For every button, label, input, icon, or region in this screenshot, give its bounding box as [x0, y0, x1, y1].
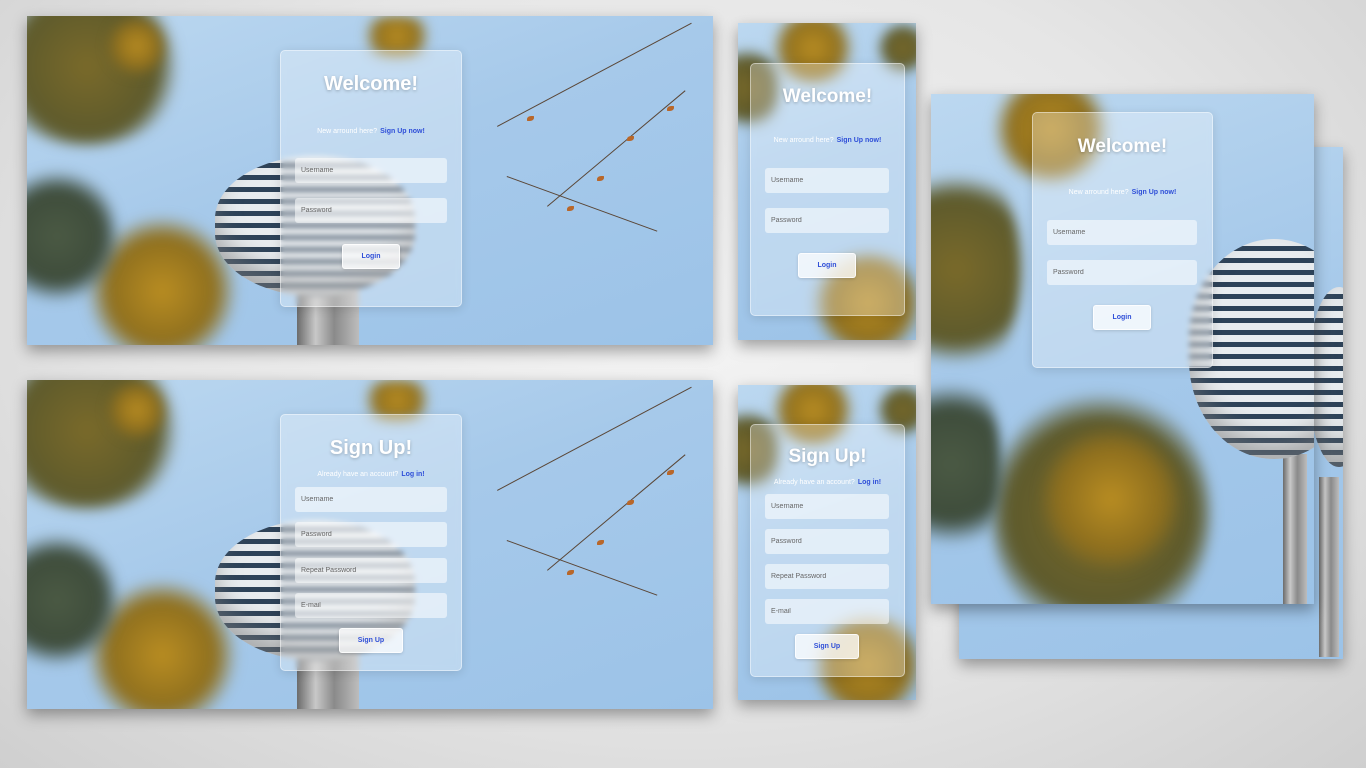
signup-prompt-text: New arround here? — [773, 137, 834, 144]
repeat-password-input[interactable] — [765, 564, 889, 589]
password-input[interactable] — [295, 198, 447, 223]
username-input[interactable] — [1047, 220, 1197, 245]
tower-shaft — [1319, 477, 1339, 657]
signup-button[interactable]: Sign Up — [339, 628, 403, 653]
username-input[interactable] — [765, 168, 889, 193]
login-button[interactable]: Login — [798, 253, 856, 278]
signup-prompt: New arround here? Sign Up now! — [1033, 189, 1212, 196]
signup-link[interactable]: Sign Up now! — [1132, 189, 1177, 196]
login-prompt-text: Already have an account? — [317, 471, 399, 478]
leaf-blur — [107, 16, 167, 76]
login-panel: Welcome! New arround here?Sign Up now! L… — [1032, 112, 1213, 368]
tablet-login-screenshot: Welcome! New arround here?Sign Up now! L… — [931, 94, 1314, 604]
login-title: Welcome! — [782, 86, 873, 107]
mobile-login-screenshot: Welcome! New arround here?Sign Up now! L… — [738, 23, 916, 340]
password-input[interactable] — [1047, 260, 1197, 285]
email-input[interactable] — [295, 593, 447, 618]
login-prompt: Already have an account? Log in! — [281, 471, 461, 478]
email-input[interactable] — [765, 599, 889, 624]
desktop-signup-screenshot: Sign Up! Already have an account? Log in!… — [27, 380, 713, 709]
signup-panel: Sign Up! Already have an account? Log in!… — [280, 414, 462, 671]
username-input[interactable] — [295, 158, 447, 183]
login-link[interactable]: Log in! — [858, 479, 881, 486]
username-input[interactable] — [295, 487, 447, 512]
password-input[interactable] — [295, 522, 447, 547]
login-title: Welcome! — [1077, 136, 1168, 157]
tower-shaft — [1283, 454, 1307, 604]
repeat-password-input[interactable] — [295, 558, 447, 583]
login-button[interactable]: Login — [342, 244, 400, 269]
desktop-login-screenshot: Welcome! New arround here?Sign Up now! L… — [27, 16, 713, 345]
login-button[interactable]: Login — [1093, 305, 1151, 330]
signup-title: Sign Up! — [788, 446, 867, 467]
signup-panel: Sign Up! Already have an account? Log in!… — [750, 424, 905, 677]
leaf-blur — [107, 380, 167, 440]
login-prompt: Already have an account? Log in! — [751, 479, 904, 486]
signup-title: Sign Up! — [329, 437, 413, 459]
signup-prompt: New arround here? Sign Up now! — [281, 128, 461, 135]
username-input[interactable] — [765, 494, 889, 519]
password-input[interactable] — [765, 529, 889, 554]
signup-link[interactable]: Sign Up now! — [380, 128, 425, 135]
mobile-signup-screenshot: Sign Up! Already have an account? Log in!… — [738, 385, 916, 700]
login-panel: Welcome! New arround here?Sign Up now! L… — [750, 63, 905, 316]
signup-button[interactable]: Sign Up — [795, 634, 859, 659]
signup-prompt-text: New arround here? — [317, 128, 378, 135]
leaf-blur — [1041, 424, 1181, 574]
login-title: Welcome! — [323, 73, 419, 95]
signup-link[interactable]: Sign Up now! — [837, 137, 882, 144]
signup-prompt: New arround here? Sign Up now! — [751, 137, 904, 144]
password-input[interactable] — [765, 208, 889, 233]
signup-prompt-text: New arround here? — [1068, 189, 1129, 196]
login-panel: Welcome! New arround here?Sign Up now! L… — [280, 50, 462, 307]
login-prompt-text: Already have an account? — [773, 479, 855, 486]
login-link[interactable]: Log in! — [401, 471, 424, 478]
